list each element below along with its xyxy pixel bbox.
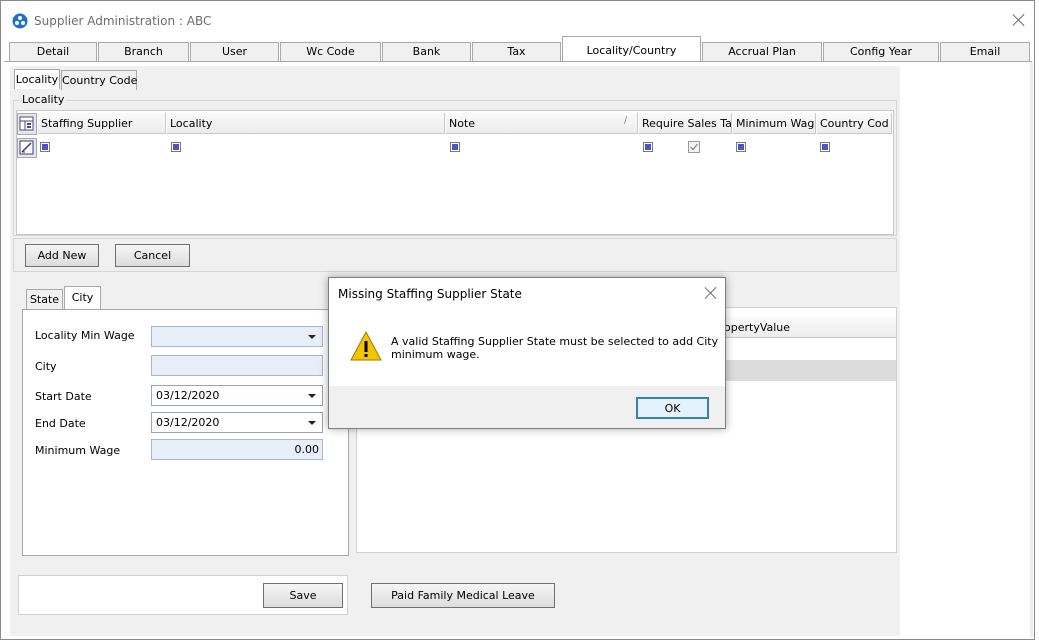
locality-min-wage-label: Locality Min Wage [35,329,135,342]
locality-min-wage-dropdown[interactable] [151,326,323,347]
subtab-country-code[interactable]: Country Code [61,70,137,90]
tab-bank[interactable]: Bank [382,42,471,61]
tab-config-year[interactable]: Config Year [823,42,939,61]
chevron-down-icon [308,394,316,398]
paid-family-medical-leave-button[interactable]: Paid Family Medical Leave [371,583,555,608]
cell-minimum-wage-checkbox[interactable] [736,142,746,152]
dialog-close-icon[interactable] [704,286,718,300]
tab-city[interactable]: City [64,286,101,309]
dialog-title: Missing Staffing Supplier State [338,287,522,301]
tab-tax[interactable]: Tax [472,42,561,61]
new-row-edit-icon[interactable] [19,140,34,155]
dialog-message-line2: minimum wage. [391,348,480,361]
property-value-column-header[interactable]: opertyValue [724,321,790,334]
column-chooser-icon[interactable] [19,116,34,131]
chevron-down-icon [308,421,316,425]
require-sales-tax-check-icon[interactable] [688,141,700,153]
window-title: Supplier Administration : ABC [34,14,212,28]
chevron-down-icon [308,335,316,339]
app-logo-icon [12,13,28,29]
cell-note-checkbox[interactable] [450,142,460,152]
cell-staffing-supplier-checkbox[interactable] [40,142,50,152]
tab-wc-code[interactable]: Wc Code [280,42,381,61]
column-header-require-sales-tax[interactable]: Require Sales Ta [639,113,732,134]
column-header-country-code[interactable]: Country Cod [817,113,892,134]
end-date-label: End Date [35,417,86,430]
start-date-picker[interactable]: 03/12/2020 [151,385,323,406]
column-header-staffing-supplier[interactable]: Staffing Supplier [38,113,166,134]
tab-detail[interactable]: Detail [9,42,97,61]
tab-branch[interactable]: Branch [98,42,189,61]
tab-state[interactable]: State [26,289,63,309]
sort-indicator-icon: / [624,116,628,126]
column-header-locality[interactable]: Locality [167,113,445,134]
cell-require-sales-tax-checkbox[interactable] [643,142,653,152]
property-selected-row[interactable] [718,360,896,381]
end-date-picker[interactable]: 03/12/2020 [151,412,323,433]
dialog-message-line1: A valid Staffing Supplier State must be … [391,335,719,348]
tab-strip-divider [4,61,1032,62]
subtab-locality[interactable]: Locality [14,69,60,89]
city-input[interactable] [151,355,323,376]
tab-user[interactable]: User [190,42,279,61]
locality-groupbox-label: Locality [20,93,67,106]
missing-state-dialog: Missing Staffing Supplier State A valid … [328,277,726,429]
window-close-icon[interactable] [1012,13,1026,27]
ok-button[interactable]: OK [636,397,709,419]
warning-icon [350,331,382,361]
cell-country-code-checkbox[interactable] [820,142,830,152]
save-button[interactable]: Save [263,583,343,608]
start-date-value: 03/12/2020 [156,389,220,402]
city-label: City [35,360,57,373]
cancel-button[interactable]: Cancel [115,244,190,267]
column-header-minimum-wage[interactable]: Minimum Wag [733,113,816,134]
right-edge [1030,62,1033,637]
tab-accrual-plan[interactable]: Accrual Plan [702,42,822,61]
minimum-wage-label: Minimum Wage [35,444,121,457]
column-header-note[interactable]: Note [446,113,638,134]
minimum-wage-input[interactable]: 0.00 [151,439,323,460]
tab-email[interactable]: Email [940,42,1030,61]
cell-locality-checkbox[interactable] [171,142,181,152]
start-date-label: Start Date [35,390,92,403]
tab-locality-country[interactable]: Locality/Country [562,36,701,62]
add-new-button[interactable]: Add New [25,244,99,267]
end-date-value: 03/12/2020 [156,416,220,429]
